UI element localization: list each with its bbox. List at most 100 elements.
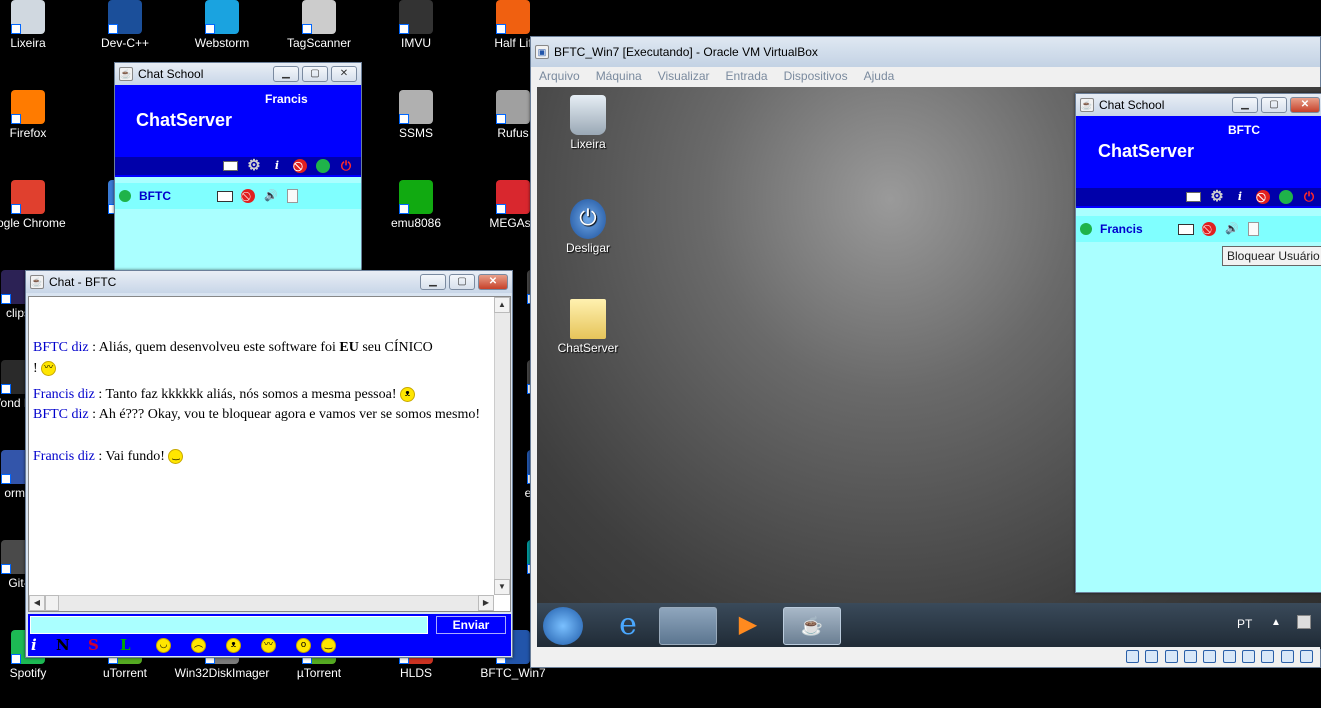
gear-icon[interactable]: ⚙ [1210,189,1224,204]
horizontal-scrollbar[interactable]: ◀ ▶ [29,595,494,611]
minimize-button[interactable]: ▁ [273,66,299,82]
maximize-button[interactable]: ▢ [449,274,475,290]
close-button[interactable]: ✕ [478,274,508,290]
scroll-thumb[interactable] [45,595,59,611]
chat-titlebar[interactable]: ☕ Chat - BFTC ▁ ▢ ✕ [26,271,512,293]
optical-drive-icon[interactable] [1145,650,1159,663]
info-icon[interactable]: i [270,159,284,173]
underline-format-button[interactable]: L [120,636,131,654]
surprised-emoji-button[interactable]: o [296,638,311,653]
desktop-icon[interactable]: Webstorm [174,0,270,50]
block-icon[interactable]: ⃠ [293,159,307,173]
desktop-icon[interactable]: Dev-C++ [77,0,173,50]
half-life-icon [496,0,530,34]
desktop-icon[interactable]: SSMS [368,90,464,140]
menu-item-maquina[interactable]: Máquina [596,69,642,83]
desktop-icon[interactable]: emu8086 [368,180,464,230]
guest-screen[interactable]: Lixeira ⏻ Desligar ChatServer ☕ Chat Sch… [537,87,1321,649]
minimize-button[interactable]: ▁ [1232,97,1258,113]
language-indicator[interactable]: PT [1237,617,1252,631]
usb-status-icon[interactable] [1203,650,1217,663]
guest-icon-lixeira[interactable]: Lixeira [553,95,623,151]
menu-item-arquivo[interactable]: Arquivo [539,69,580,83]
desktop-icon[interactable]: Lixeira [0,0,76,50]
mail-icon[interactable] [1178,223,1194,235]
message-input[interactable] [30,616,428,634]
close-button[interactable]: ✕ [1290,97,1320,113]
scroll-right-arrow[interactable]: ▶ [478,595,494,611]
block-user-icon[interactable]: ⃠ [241,189,255,203]
speaker-icon[interactable]: 🔊 [263,189,279,203]
sad-emoji-button[interactable]: ︵ [191,638,206,653]
tongue-emoji-button[interactable]: ᴥ [226,638,241,653]
close-button[interactable]: ✕ [331,66,357,82]
menu-item-entrada[interactable]: Entrada [726,69,768,83]
mail-icon[interactable] [223,161,238,171]
block-user-icon[interactable]: ⃠ [1202,222,1216,236]
status-online-icon[interactable] [1279,190,1293,204]
guest-icon-desligar[interactable]: ⏻ Desligar [553,199,623,255]
explorer-icon[interactable] [659,607,717,645]
shortcut-arrow-icon [399,204,409,214]
virtualbox-titlebar[interactable]: ▣ BFTC_Win7 [Executando] - Oracle VM Vir… [531,37,1320,67]
contact-name[interactable]: Francis [1100,222,1170,236]
power-icon[interactable]: ⏻ [339,159,353,173]
icon-label: Dev-C++ [100,36,150,50]
chatserver-toolbar: ⚙ i ⃠ ⏻ [115,157,361,175]
speaker-icon[interactable]: 🔊 [1224,222,1240,236]
file-icon[interactable] [1248,222,1259,236]
shortcut-arrow-icon [1,384,11,394]
audio-status-icon[interactable] [1164,650,1178,663]
contact-name[interactable]: BFTC [139,189,209,203]
guest-icon-chatserver[interactable]: ChatServer [553,299,623,355]
desktop-icon[interactable]: Firefox [0,90,76,140]
scroll-left-arrow[interactable]: ◀ [29,595,45,611]
strike-format-button[interactable]: S [88,636,99,654]
chat-message: Francis diz : Vai fundo! ‿ [33,449,184,465]
info-icon[interactable]: i [1233,190,1247,204]
internet-explorer-icon[interactable]: e [599,607,657,645]
guest-chatserver-titlebar[interactable]: ☕ Chat School ▁ ▢ ✕ [1076,94,1321,116]
menu-item-ajuda[interactable]: Ajuda [864,69,895,83]
display-status-icon[interactable] [1241,650,1255,663]
start-button[interactable] [543,607,583,645]
contact-row[interactable]: Francis ⃠ 🔊 [1076,216,1321,242]
capture-status-icon[interactable] [1261,650,1275,663]
desktop-icon[interactable]: oogle Chrome [0,180,76,230]
mail-icon[interactable] [217,190,233,202]
status-online-icon[interactable] [316,159,330,173]
italic-format-button[interactable]: i [31,636,37,654]
neutral-emoji-button[interactable]: ‿ [321,638,336,653]
media-player-icon[interactable]: ▶ [719,607,777,645]
gear-icon[interactable]: ⚙ [247,158,261,173]
scroll-down-arrow[interactable]: ▼ [494,579,510,595]
block-icon[interactable]: ⃠ [1256,190,1270,204]
message-history[interactable]: BFTC diz : Aliás, quem desenvolveu este … [28,296,511,612]
network-status-icon[interactable] [1183,650,1197,663]
menu-item-visualizar[interactable]: Visualizar [658,69,710,83]
vertical-scrollbar[interactable]: ▲ ▼ [494,297,510,595]
cpu-status-icon[interactable] [1280,650,1294,663]
confused-emoji-button[interactable]: 〰 [261,638,276,653]
file-icon[interactable] [287,189,298,203]
maximize-button[interactable]: ▢ [302,66,328,82]
shared-folder-icon[interactable] [1222,650,1236,663]
tray-arrow-icon[interactable]: ▲ [1271,617,1281,628]
hdd-status-icon[interactable] [1125,650,1139,663]
minimize-button[interactable]: ▁ [420,274,446,290]
network-icon[interactable] [1297,615,1311,629]
java-taskbar-icon[interactable]: ☕ [783,607,841,645]
send-button[interactable]: Enviar [436,616,506,634]
host-chatserver-titlebar[interactable]: ☕ Chat School ▁ ▢ ✕ [115,63,361,85]
mouse-integration-icon[interactable] [1300,650,1313,663]
power-icon[interactable]: ⏻ [1302,190,1316,204]
contact-row[interactable]: BFTC ⃠ 🔊 [115,183,361,209]
smile-emoji-button[interactable]: ◡ [156,638,171,653]
scroll-up-arrow[interactable]: ▲ [494,297,510,313]
desktop-icon[interactable]: TagScanner [271,0,367,50]
bold-format-button[interactable]: N [56,636,70,654]
mail-icon[interactable] [1186,192,1201,202]
desktop-icon[interactable]: IMVU [368,0,464,50]
maximize-button[interactable]: ▢ [1261,97,1287,113]
menu-item-dispositivos[interactable]: Dispositivos [784,69,848,83]
